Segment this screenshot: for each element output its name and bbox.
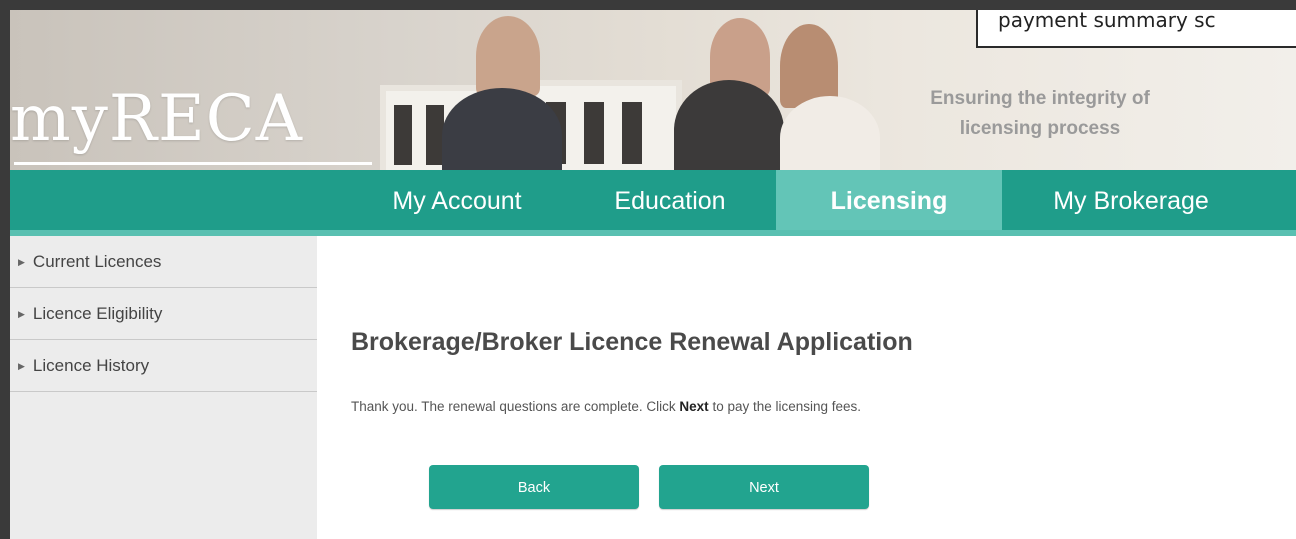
app-frame: myRECA Ensuring the integrity of licensi… bbox=[0, 0, 1296, 539]
back-button[interactable]: Back bbox=[429, 465, 639, 509]
sidebar-item-label: Current Licences bbox=[32, 252, 162, 271]
main-content: Brokerage/Broker Licence Renewal Applica… bbox=[317, 236, 1296, 539]
logo-underline bbox=[14, 162, 372, 165]
next-button[interactable]: Next bbox=[659, 465, 869, 509]
sidebar-item-label: Licence Eligibility bbox=[32, 304, 163, 323]
person-photo bbox=[780, 96, 880, 170]
person-photo bbox=[476, 16, 540, 96]
triangle-right-icon: ▶ bbox=[18, 361, 25, 371]
message-text-end: to pay the licensing fees. bbox=[708, 399, 862, 414]
message-text: Thank you. The renewal questions are com… bbox=[351, 399, 680, 414]
status-message: Thank you. The renewal questions are com… bbox=[351, 399, 861, 414]
annotation-callout: payment summary sc bbox=[976, 10, 1296, 48]
sidebar-item-current-licences[interactable]: ▶ Current Licences bbox=[10, 236, 317, 288]
tagline-line-2: licensing process bbox=[959, 118, 1121, 139]
sidebar: ▶ Current Licences ▶ Licence Eligibility ▶… bbox=[10, 236, 317, 539]
tab-my-account[interactable]: My Account bbox=[362, 170, 552, 230]
message-next-emphasis: Next bbox=[679, 399, 709, 414]
tagline-line-1: Ensuring the integrity of bbox=[930, 88, 1150, 109]
triangle-right-icon: ▶ bbox=[18, 257, 25, 267]
main-nav: My Account Education Licensing My Broker… bbox=[10, 170, 1296, 236]
sidebar-item-label: Licence History bbox=[32, 356, 150, 375]
tab-my-brokerage[interactable]: My Brokerage bbox=[1006, 170, 1256, 230]
person-photo bbox=[674, 80, 784, 170]
tagline: Ensuring the integrity of licensing proc… bbox=[890, 84, 1190, 144]
triangle-right-icon: ▶ bbox=[18, 309, 25, 319]
sidebar-item-licence-eligibility[interactable]: ▶ Licence Eligibility bbox=[10, 288, 317, 340]
logo[interactable]: myRECA bbox=[10, 82, 303, 156]
page-title: Brokerage/Broker Licence Renewal Applica… bbox=[351, 328, 913, 356]
tab-licensing[interactable]: Licensing bbox=[776, 170, 1002, 230]
tab-education[interactable]: Education bbox=[570, 170, 770, 230]
sidebar-item-licence-history[interactable]: ▶ Licence History bbox=[10, 340, 317, 392]
